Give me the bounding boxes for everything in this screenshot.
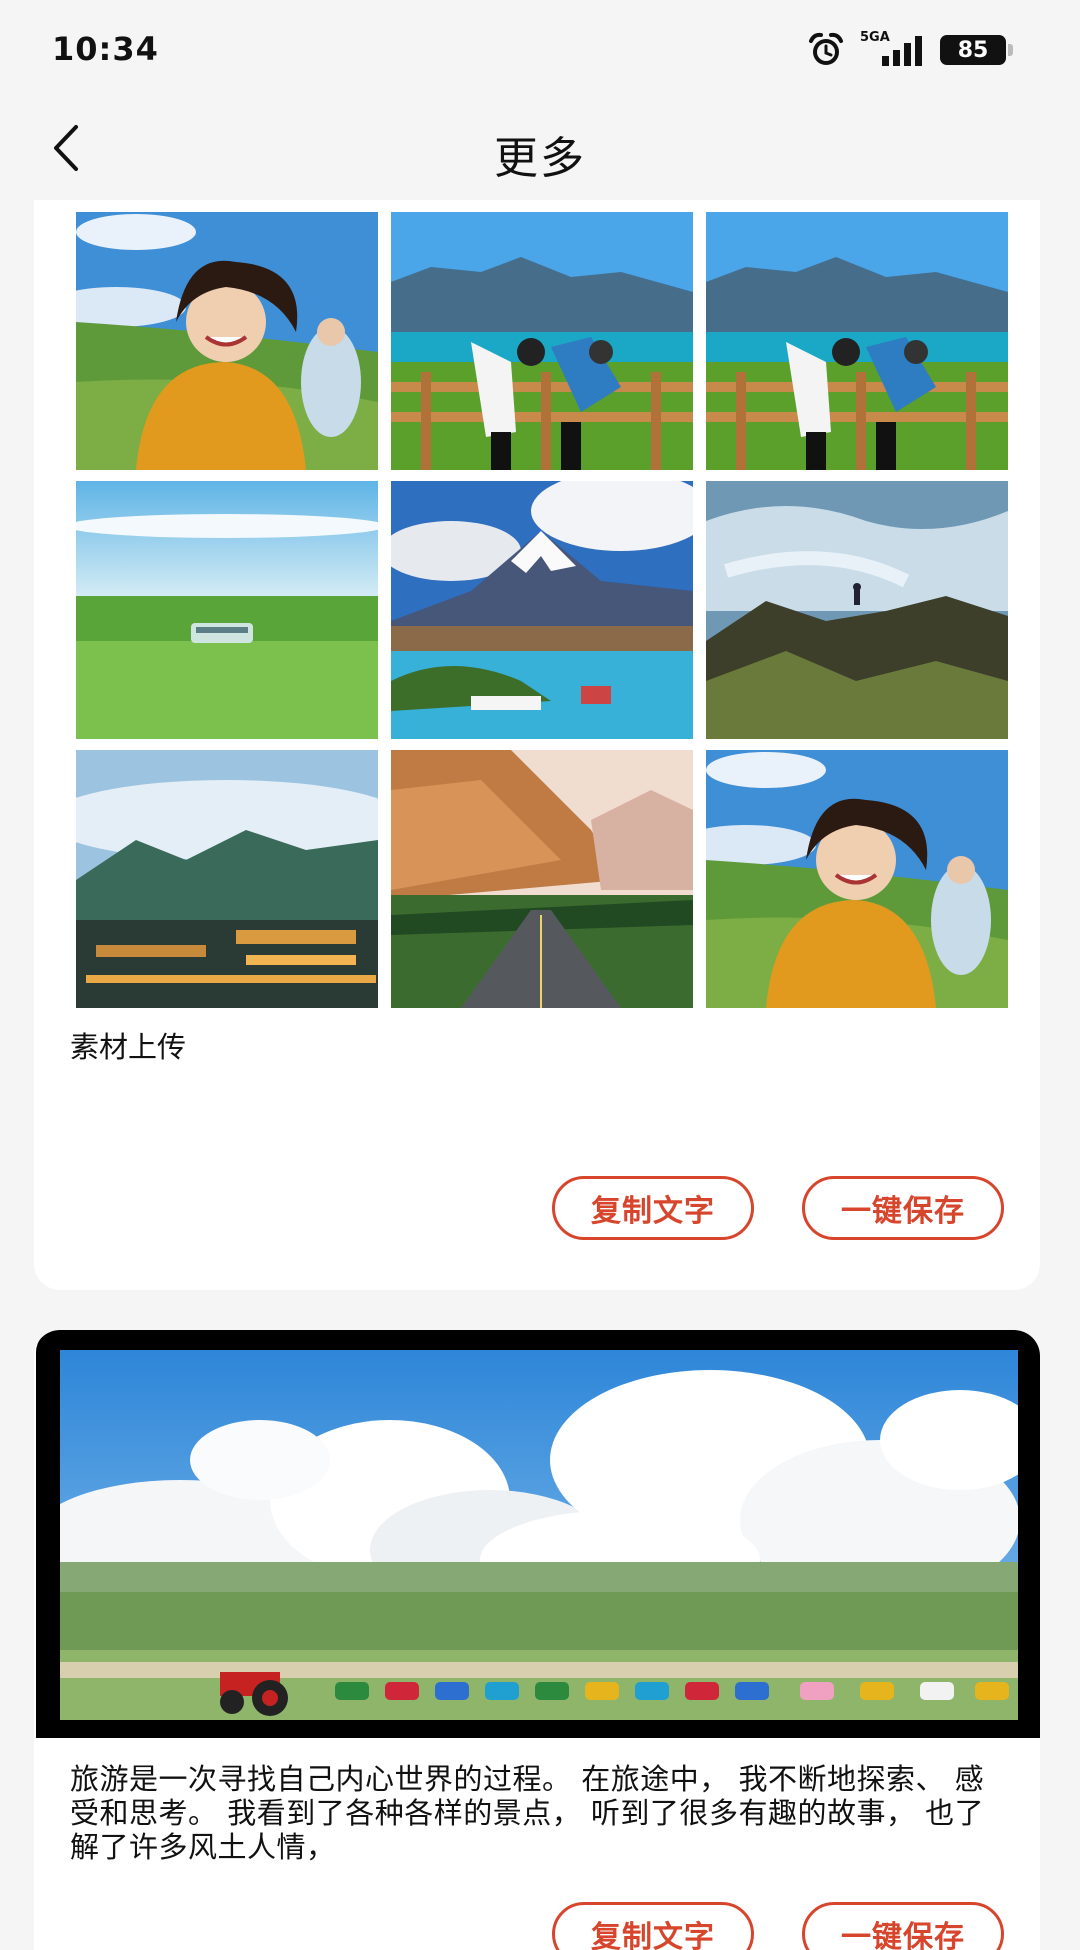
copy-text-button[interactable]: 复制文字 xyxy=(552,1902,754,1950)
photo-thumbnail[interactable] xyxy=(76,212,378,470)
post-caption: 旅游是一次寻找自己内心世界的过程。 在旅途中， 我不断地探索、 感受和思考。 我… xyxy=(70,1762,985,1864)
action-row: 复制文字 一键保存 xyxy=(552,1176,1004,1240)
post-card: 素材上传 复制文字 一键保存 xyxy=(34,200,1040,1290)
video-preview[interactable] xyxy=(36,1330,1040,1738)
status-icons: 5GA 85 xyxy=(806,30,1013,70)
signal-bars-icon: 5GA xyxy=(860,30,926,68)
photo-thumbnail[interactable] xyxy=(706,481,1008,739)
photo-thumbnail[interactable] xyxy=(391,481,693,739)
post-caption: 素材上传 xyxy=(70,1030,187,1064)
network-type-label: 5GA xyxy=(860,30,890,45)
page-title: 更多 xyxy=(494,133,586,184)
battery-indicator: 85 xyxy=(940,35,1013,65)
post-card: 旅游是一次寻找自己内心世界的过程。 在旅途中， 我不断地探索、 感受和思考。 我… xyxy=(34,1330,1040,1950)
status-time: 10:34 xyxy=(52,30,159,68)
photo-thumbnail[interactable] xyxy=(76,481,378,739)
photo-thumbnail[interactable] xyxy=(76,750,378,1008)
photo-grid xyxy=(76,212,1008,1008)
photo-thumbnail[interactable] xyxy=(391,750,693,1008)
copy-text-button[interactable]: 复制文字 xyxy=(552,1176,754,1240)
nav-bar: 更多 xyxy=(0,100,1080,200)
photo-thumbnail[interactable] xyxy=(391,212,693,470)
alarm-clock-icon xyxy=(806,30,846,70)
photo-thumbnail[interactable] xyxy=(706,750,1008,1008)
status-bar: 10:34 5GA 85 xyxy=(0,0,1080,100)
photo-thumbnail[interactable] xyxy=(706,212,1008,470)
save-all-button[interactable]: 一键保存 xyxy=(802,1176,1004,1240)
action-row: 复制文字 一键保存 xyxy=(552,1902,1004,1950)
save-all-button[interactable]: 一键保存 xyxy=(802,1902,1004,1950)
